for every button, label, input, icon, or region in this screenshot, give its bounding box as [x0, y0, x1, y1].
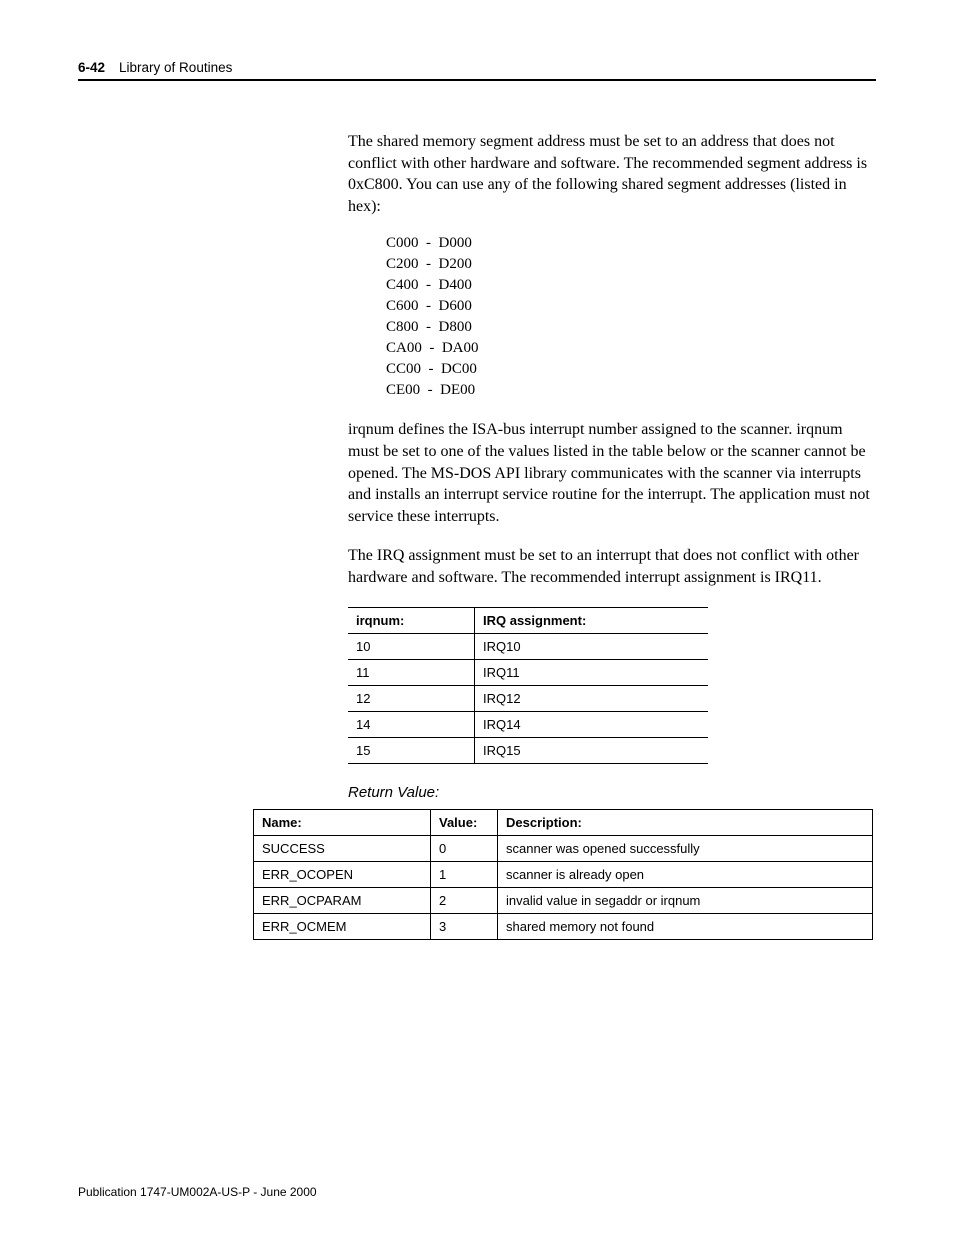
address-row: CE00 - DE00	[386, 382, 876, 399]
paragraph-shared-memory: The shared memory segment address must b…	[348, 131, 876, 217]
table-row: ERR_OCOPEN 1 scanner is already open	[254, 861, 873, 887]
address-row: C400 - D400	[386, 277, 876, 294]
rv-name: ERR_OCOPEN	[254, 861, 431, 887]
irq-table: irqnum: IRQ assignment: 10 IRQ10 11 IRQ1…	[348, 607, 708, 764]
rv-name: SUCCESS	[254, 835, 431, 861]
page-number: 6-42	[78, 60, 105, 75]
rv-name: ERR_OCMEM	[254, 913, 431, 939]
rv-value: 2	[431, 887, 498, 913]
table-row: 14 IRQ14	[348, 711, 708, 737]
irq-num: 15	[348, 737, 474, 763]
table-row: ERR_OCPARAM 2 invalid value in segaddr o…	[254, 887, 873, 913]
irq-header-assignment: IRQ assignment:	[474, 607, 708, 633]
rv-name: ERR_OCPARAM	[254, 887, 431, 913]
page-header: 6-42 Library of Routines	[78, 60, 876, 81]
table-row: 11 IRQ11	[348, 659, 708, 685]
paragraph-irqnum: irqnum defines the ISA-bus interrupt num…	[348, 419, 876, 527]
irq-header-num: irqnum:	[348, 607, 474, 633]
rv-desc: shared memory not found	[498, 913, 873, 939]
table-row: 12 IRQ12	[348, 685, 708, 711]
irq-assignment: IRQ10	[474, 633, 708, 659]
rv-value: 3	[431, 913, 498, 939]
address-row: C200 - D200	[386, 256, 876, 273]
rv-desc: invalid value in segaddr or irqnum	[498, 887, 873, 913]
rv-header-value: Value:	[431, 809, 498, 835]
rv-desc: scanner is already open	[498, 861, 873, 887]
address-row: C000 - D000	[386, 235, 876, 252]
irq-assignment: IRQ15	[474, 737, 708, 763]
irq-num: 12	[348, 685, 474, 711]
address-row: C800 - D800	[386, 319, 876, 336]
address-row: CC00 - DC00	[386, 361, 876, 378]
irq-assignment: IRQ14	[474, 711, 708, 737]
table-row: 10 IRQ10	[348, 633, 708, 659]
return-value-title: Return Value:	[348, 784, 876, 801]
irq-assignment: IRQ12	[474, 685, 708, 711]
irq-num: 11	[348, 659, 474, 685]
publication-footer: Publication 1747-UM002A-US-P - June 2000	[78, 1185, 317, 1199]
table-row: ERR_OCMEM 3 shared memory not found	[254, 913, 873, 939]
rv-header-name: Name:	[254, 809, 431, 835]
irq-num: 14	[348, 711, 474, 737]
irq-assignment: IRQ11	[474, 659, 708, 685]
rv-header-desc: Description:	[498, 809, 873, 835]
rv-value: 0	[431, 835, 498, 861]
table-row: SUCCESS 0 scanner was opened successfull…	[254, 835, 873, 861]
rv-value: 1	[431, 861, 498, 887]
table-row: 15 IRQ15	[348, 737, 708, 763]
address-list: C000 - D000 C200 - D200 C400 - D400 C600…	[386, 235, 876, 399]
rv-desc: scanner was opened successfully	[498, 835, 873, 861]
address-row: C600 - D600	[386, 298, 876, 315]
return-value-table: Name: Value: Description: SUCCESS 0 scan…	[253, 809, 873, 940]
address-row: CA00 - DA00	[386, 340, 876, 357]
page-title: Library of Routines	[119, 60, 232, 75]
irq-num: 10	[348, 633, 474, 659]
paragraph-irq-assignment: The IRQ assignment must be set to an int…	[348, 545, 876, 588]
